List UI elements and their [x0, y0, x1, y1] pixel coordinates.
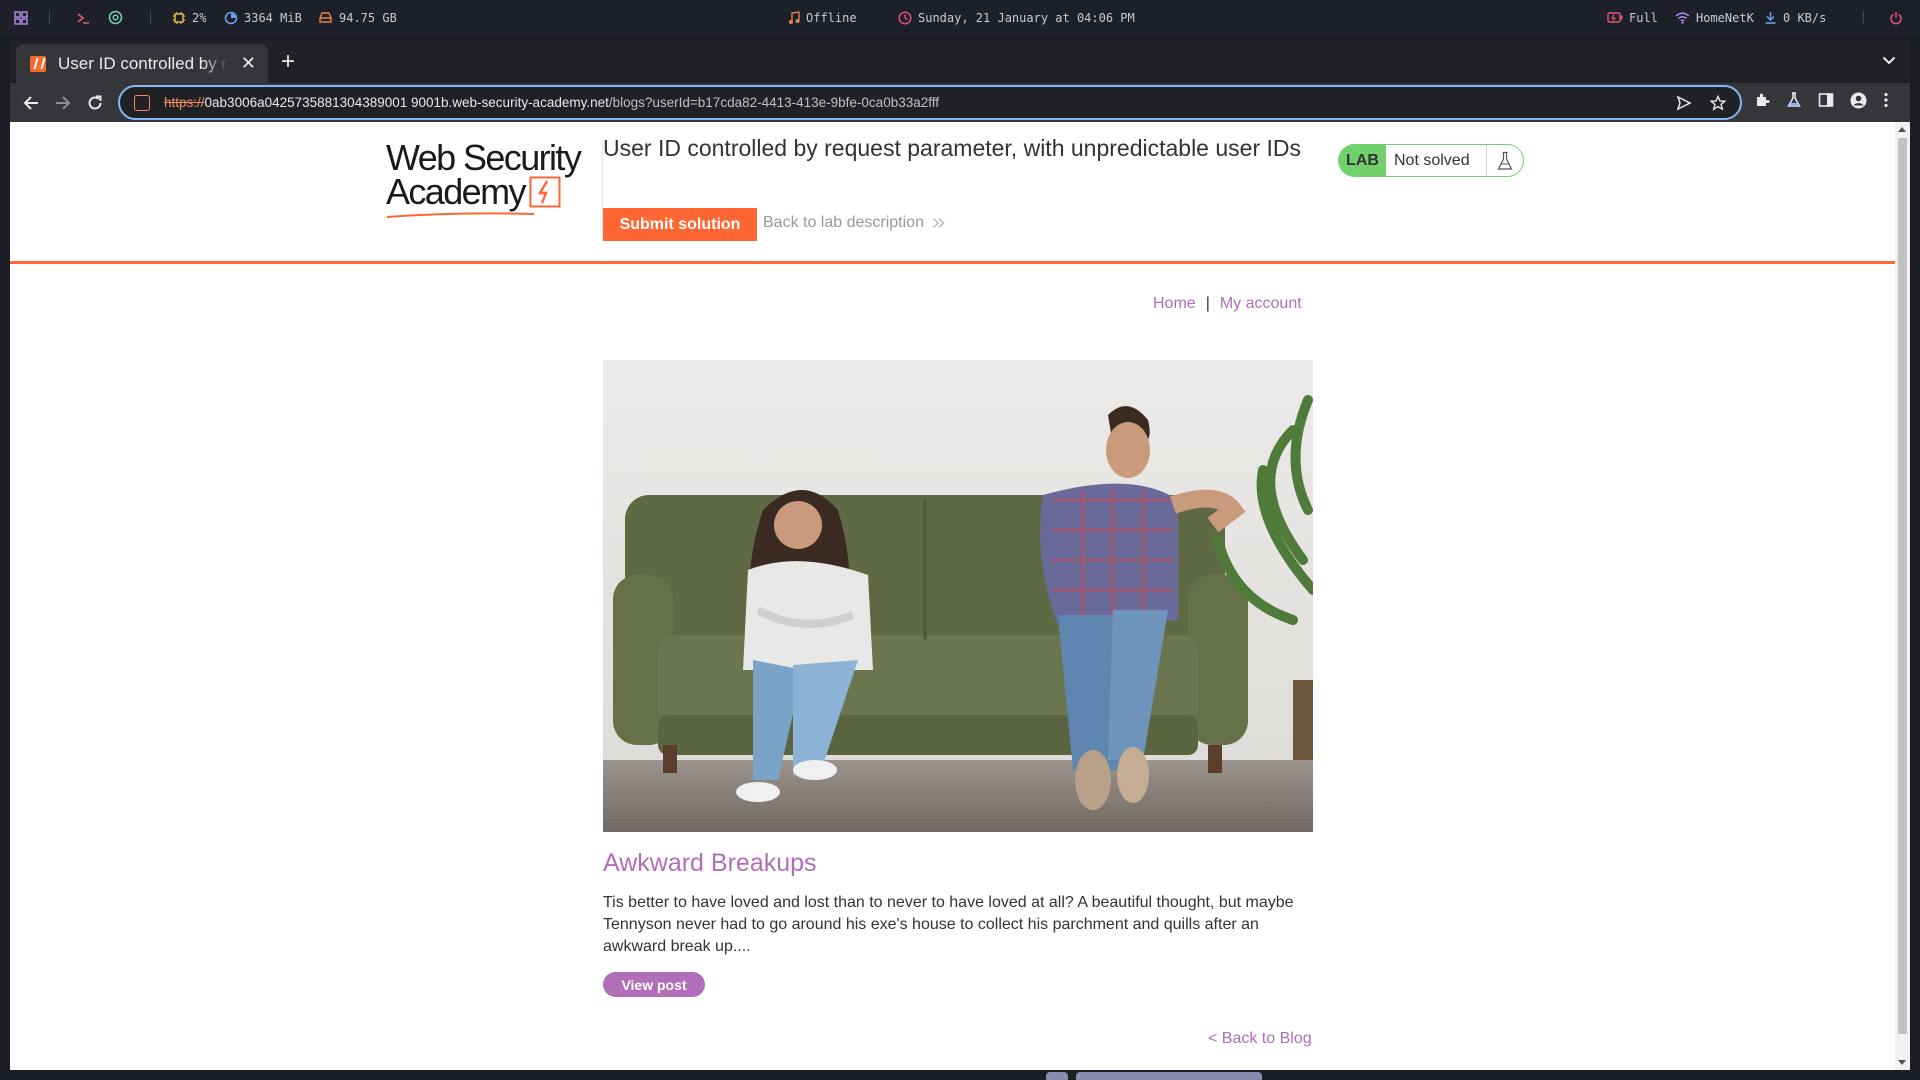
apps-grid-icon[interactable] [14, 0, 28, 35]
battery-indicator: Full [1607, 0, 1658, 35]
wifi-indicator[interactable]: HomeNetK [1675, 0, 1754, 35]
bookmark-star-icon[interactable] [1709, 94, 1727, 116]
tab-strip: User ID controlled by request parameter,… [10, 40, 1910, 83]
view-post-button[interactable]: View post [603, 972, 705, 997]
home-link[interactable]: Home [1153, 295, 1196, 313]
disk-value: 94.75 GB [339, 10, 397, 25]
memory-value: 3364 MiB [244, 10, 302, 25]
lab-status-text: Not solved [1394, 151, 1470, 169]
logo-bolt-icon [529, 176, 561, 208]
battery-icon [1607, 12, 1623, 23]
flask-icon [1486, 145, 1522, 176]
battery-status: Full [1629, 10, 1658, 25]
music-status: Offline [806, 10, 857, 25]
side-panel-icon[interactable] [1818, 92, 1834, 113]
lab-flask-extension-icon[interactable] [1786, 92, 1802, 113]
lab-badge: LAB [1339, 145, 1386, 176]
memory-indicator: 3364 MiB [224, 0, 302, 35]
page-viewport: Web Security Academy User ID controlled … [10, 122, 1910, 1070]
disk-indicator: 94.75 GB [318, 0, 397, 35]
terminal-icon[interactable] [76, 0, 90, 35]
desktop-edge [0, 1070, 1920, 1080]
memory-icon [224, 11, 238, 24]
page-scrollbar[interactable] [1895, 122, 1910, 1070]
profile-avatar-icon[interactable] [1850, 92, 1867, 114]
browser-menu-icon[interactable] [1884, 92, 1888, 113]
scroll-up-arrow-icon[interactable] [1898, 127, 1906, 132]
net-speed-value: 0 KB/s [1783, 10, 1827, 25]
lab-title: User ID controlled by request parameter,… [603, 135, 1301, 161]
new-tab-button[interactable]: + [272, 47, 304, 79]
lab-status-widget: LAB Not solved [1338, 144, 1524, 177]
cpu-value: 2% [192, 10, 207, 25]
extensions-puzzle-icon[interactable] [1754, 92, 1770, 113]
power-icon[interactable] [1889, 0, 1903, 35]
site-info-icon[interactable] [134, 94, 150, 111]
network-speed: 0 KB/s [1764, 0, 1826, 35]
send-page-icon[interactable] [1676, 95, 1692, 116]
disk-icon [319, 12, 332, 23]
url-scheme: https:// [164, 95, 205, 110]
post-title-link[interactable]: Awkward Breakups [603, 849, 817, 878]
wifi-icon [1675, 12, 1690, 24]
web-security-academy-logo[interactable]: Web Security Academy [386, 137, 596, 218]
submit-solution-button[interactable]: Submit solution [603, 208, 757, 241]
tab-search-chevron-icon[interactable] [1882, 52, 1896, 70]
browser-icon[interactable] [108, 0, 123, 35]
tab-active[interactable]: User ID controlled by request parameter,… [16, 44, 268, 83]
back-to-lab-description-link[interactable]: Back to lab description [763, 214, 945, 232]
my-account-link[interactable]: My account [1220, 295, 1302, 313]
scroll-thumb[interactable] [1898, 138, 1907, 1034]
url-text[interactable]: https://0ab3006a0425735881304389001 9001… [164, 95, 939, 110]
close-tab-icon[interactable]: ✕ [241, 53, 256, 74]
post-excerpt: Tis better to have loved and lost than t… [603, 894, 1294, 955]
download-icon [1765, 12, 1776, 24]
music-note-icon [789, 10, 800, 24]
logo-line-1: Web Security [386, 137, 582, 178]
dock-indicator [1076, 1072, 1262, 1080]
back-arrow-icon[interactable] [18, 90, 44, 116]
music-indicator[interactable]: Offline [788, 0, 857, 35]
logo-swoosh [386, 212, 535, 218]
back-to-lab-description-label: Back to lab description [763, 214, 924, 231]
blog-post-image[interactable] [603, 360, 1313, 832]
forward-arrow-icon[interactable] [50, 90, 76, 116]
lab-header: Web Security Academy User ID controlled … [10, 122, 1895, 264]
logo-line-2: Academy [386, 171, 526, 212]
address-bar[interactable]: https://0ab3006a0425735881304389001 9001… [118, 85, 1742, 120]
site-nav: Home | My account [1153, 295, 1302, 313]
url-host: 0ab3006a0425735881304389001 9001b.web-se… [204, 95, 609, 110]
browser-window: User ID controlled by request parameter,… [10, 40, 1910, 122]
cpu-indicator: 2% [172, 0, 206, 35]
url-path: /blogs?userId=b17cda82-4413-413e-9bfe-0c… [608, 95, 940, 110]
tab-title: User ID controlled by request parameter,… [58, 53, 228, 73]
clock-icon [898, 10, 912, 25]
browser-toolbar: https://0ab3006a0425735881304389001 9001… [10, 83, 1910, 122]
nav-separator: | [1205, 295, 1210, 312]
wifi-name: HomeNetK [1696, 10, 1754, 25]
dock-indicator [1046, 1072, 1068, 1080]
back-to-blog-link[interactable]: < Back to Blog [1208, 1030, 1312, 1048]
double-chevron-right-icon [932, 217, 945, 229]
datetime: Sunday, 21 January at 04:06 PM [918, 10, 1135, 25]
reload-icon[interactable] [82, 90, 108, 116]
burp-favicon-icon [30, 55, 46, 72]
scroll-down-arrow-icon[interactable] [1898, 1060, 1906, 1065]
cpu-icon [173, 11, 185, 24]
system-status-bar: 2% 3364 MiB 94.75 GB Offline Sunday, 21 … [0, 0, 1920, 35]
clock[interactable]: Sunday, 21 January at 04:06 PM [898, 0, 1135, 35]
